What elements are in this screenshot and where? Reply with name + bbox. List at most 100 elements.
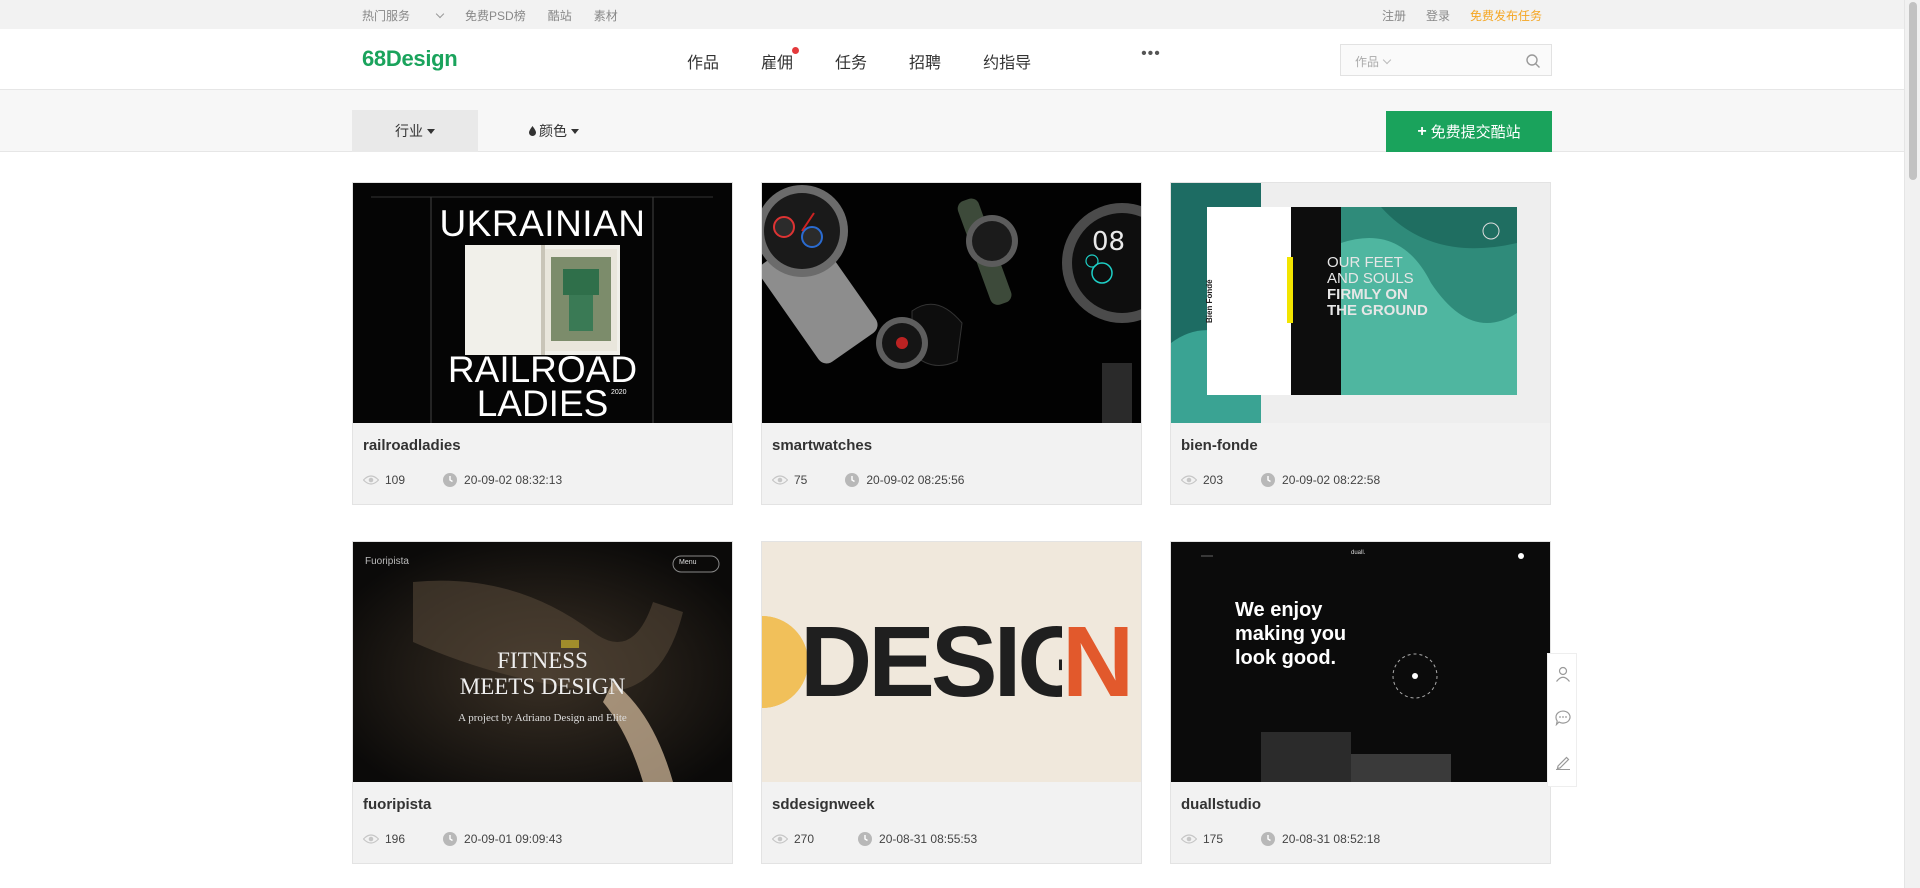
color-filter[interactable]: 颜色: [504, 110, 604, 152]
work-thumbnail[interactable]: DESIGN N: [762, 542, 1141, 782]
thumb-design-word: DESIGN: [800, 606, 1141, 718]
publish-time: 20-09-02 08:22:58: [1282, 473, 1381, 487]
submit-site-label: 免费提交酷站: [1430, 124, 1521, 141]
page-scrollbar[interactable]: [1904, 0, 1920, 888]
more-menu-icon[interactable]: •••: [1141, 45, 1161, 69]
eye-icon: [1181, 834, 1197, 844]
plus-icon: +: [1417, 122, 1427, 140]
color-filter-label: 颜色: [539, 123, 567, 139]
thumb-line-2: making you: [1235, 623, 1347, 645]
view-count: 175: [1203, 832, 1224, 846]
nav-mentoring[interactable]: 约指导: [983, 49, 1031, 73]
work-thumbnail[interactable]: Fuoripista Menu FITNESS MEETS DESIGN A p…: [353, 542, 732, 782]
work-meta: 175 20-08-31 08:52:18: [1181, 832, 1380, 846]
work-card[interactable]: UKRAINIAN RAILROAD LADIES 2020 railroadl…: [352, 182, 733, 505]
view-count: 270: [794, 832, 815, 846]
search-icon[interactable]: [1525, 53, 1541, 69]
nav-tasks[interactable]: 任务: [835, 49, 867, 73]
publish-task-link[interactable]: 免费发布任务: [1470, 7, 1542, 24]
thumb-headline: OUR FEET AND SOULS FIRMLY ON THE GROUND: [1327, 255, 1428, 319]
work-card[interactable]: OUR FEET AND SOULS FIRMLY ON THE GROUND …: [1170, 182, 1551, 505]
clock-icon: [443, 832, 458, 846]
publish-time: 20-08-31 08:52:18: [1282, 832, 1381, 846]
register-link[interactable]: 注册: [1382, 7, 1406, 24]
thumb-line-1: We enjoy: [1235, 599, 1323, 621]
work-title[interactable]: bien-fonde: [1181, 437, 1258, 454]
site-logo[interactable]: 68Design: [362, 46, 458, 72]
nav-hire-label: 雇佣: [761, 55, 794, 72]
top-utility-bar: 热门服务 免费PSD榜 酷站 素材 注册 登录 免费发布任务: [0, 0, 1904, 29]
work-card[interactable]: DESIGN N sddesignweek 270 20-08-31 08:55…: [761, 541, 1142, 864]
clock-icon: [845, 473, 860, 487]
view-count: 203: [1203, 473, 1224, 487]
login-link[interactable]: 登录: [1426, 7, 1450, 24]
thumb-word: DESIGN: [800, 606, 1141, 718]
search-box: 作品: [1340, 44, 1552, 76]
user-icon[interactable]: [1555, 666, 1571, 682]
industry-filter-label: 行业: [395, 123, 423, 139]
droplet-icon: [529, 126, 536, 136]
eye-icon: [772, 834, 788, 844]
thumb-line-1: OUR FEET: [1327, 254, 1403, 271]
publish-time: 20-09-02 08:32:13: [464, 473, 563, 487]
work-meta: 196 20-09-01 09:09:43: [363, 832, 562, 846]
hot-services-label: 热门服务: [362, 9, 411, 23]
search-scope-select[interactable]: 作品: [1355, 53, 1392, 70]
floating-toolbar: [1547, 653, 1577, 787]
work-title[interactable]: railroadladies: [363, 437, 461, 454]
work-thumbnail[interactable]: 08: [762, 183, 1141, 423]
nav-hire[interactable]: 雇佣: [761, 47, 800, 73]
edit-icon[interactable]: [1555, 754, 1571, 770]
industry-filter[interactable]: 行业: [352, 110, 478, 152]
chat-icon[interactable]: [1555, 710, 1571, 726]
thumb-menu: Menu: [679, 559, 697, 566]
nav-jobs[interactable]: 招聘: [909, 49, 941, 73]
work-meta: 270 20-08-31 08:55:53: [772, 832, 977, 846]
work-thumbnail[interactable]: UKRAINIAN RAILROAD LADIES 2020: [353, 183, 732, 423]
work-meta: 203 20-09-02 08:22:58: [1181, 473, 1380, 487]
work-card[interactable]: 08 smartwatches 75 20-09-02 08:25:56: [761, 182, 1142, 505]
submit-site-button[interactable]: + 免费提交酷站: [1386, 111, 1552, 152]
thumb-line-3: FIRMLY ON: [1327, 286, 1408, 303]
chevron-down-icon: [435, 9, 445, 19]
thumb-line-1: FITNESS: [497, 648, 588, 673]
thumb-line-3: look good.: [1235, 647, 1337, 669]
work-title[interactable]: duallstudio: [1181, 796, 1261, 813]
eye-icon: [363, 475, 379, 485]
search-scope-label: 作品: [1355, 55, 1380, 69]
main-header: 68Design 作品 雇佣 任务 招聘 约指导 ••• 作品: [0, 29, 1904, 90]
thumb-brand: Bien Fondé: [1205, 279, 1214, 323]
work-card[interactable]: duall. We enjoy making you look good. du…: [1170, 541, 1551, 864]
eye-icon: [772, 475, 788, 485]
clock-icon: [1261, 473, 1276, 487]
thumb-heading-3: LADIES: [476, 383, 609, 423]
thumb-brand: Fuoripista: [365, 556, 409, 567]
clock-icon: [443, 473, 458, 487]
work-title[interactable]: fuoripista: [363, 796, 431, 813]
work-title[interactable]: sddesignweek: [772, 796, 875, 813]
scrollbar-thumb[interactable]: [1909, 2, 1917, 180]
materials-link[interactable]: 素材: [594, 7, 618, 24]
thumb-headline: We enjoy making you look good.: [1235, 598, 1346, 670]
hot-services-link[interactable]: 热门服务: [362, 7, 445, 24]
thumb-brand: duall.: [1351, 550, 1366, 556]
chevron-down-icon: [1382, 55, 1392, 65]
thumb-line-4: THE GROUND: [1327, 302, 1428, 319]
free-psd-link[interactable]: 免费PSD榜: [465, 7, 526, 24]
duallstudio-thumbnail-image: [1171, 542, 1550, 782]
caret-down-icon: [427, 128, 435, 134]
publish-time: 20-08-31 08:55:53: [879, 832, 978, 846]
search-input[interactable]: [1411, 50, 1511, 70]
clock-icon: [1261, 832, 1276, 846]
work-card[interactable]: Fuoripista Menu FITNESS MEETS DESIGN A p…: [352, 541, 733, 864]
filter-bar: 行业 颜色 + 免费提交酷站: [0, 90, 1904, 152]
thumb-subline: A project by Adriano Design and Elite: [458, 712, 627, 724]
work-thumbnail[interactable]: duall. We enjoy making you look good.: [1171, 542, 1550, 782]
view-count: 75: [794, 473, 808, 487]
nav-works[interactable]: 作品: [687, 49, 719, 73]
cool-sites-link[interactable]: 酷站: [548, 7, 572, 24]
view-count: 196: [385, 832, 406, 846]
view-count: 109: [385, 473, 406, 487]
work-title[interactable]: smartwatches: [772, 437, 872, 454]
work-thumbnail[interactable]: OUR FEET AND SOULS FIRMLY ON THE GROUND …: [1171, 183, 1550, 423]
